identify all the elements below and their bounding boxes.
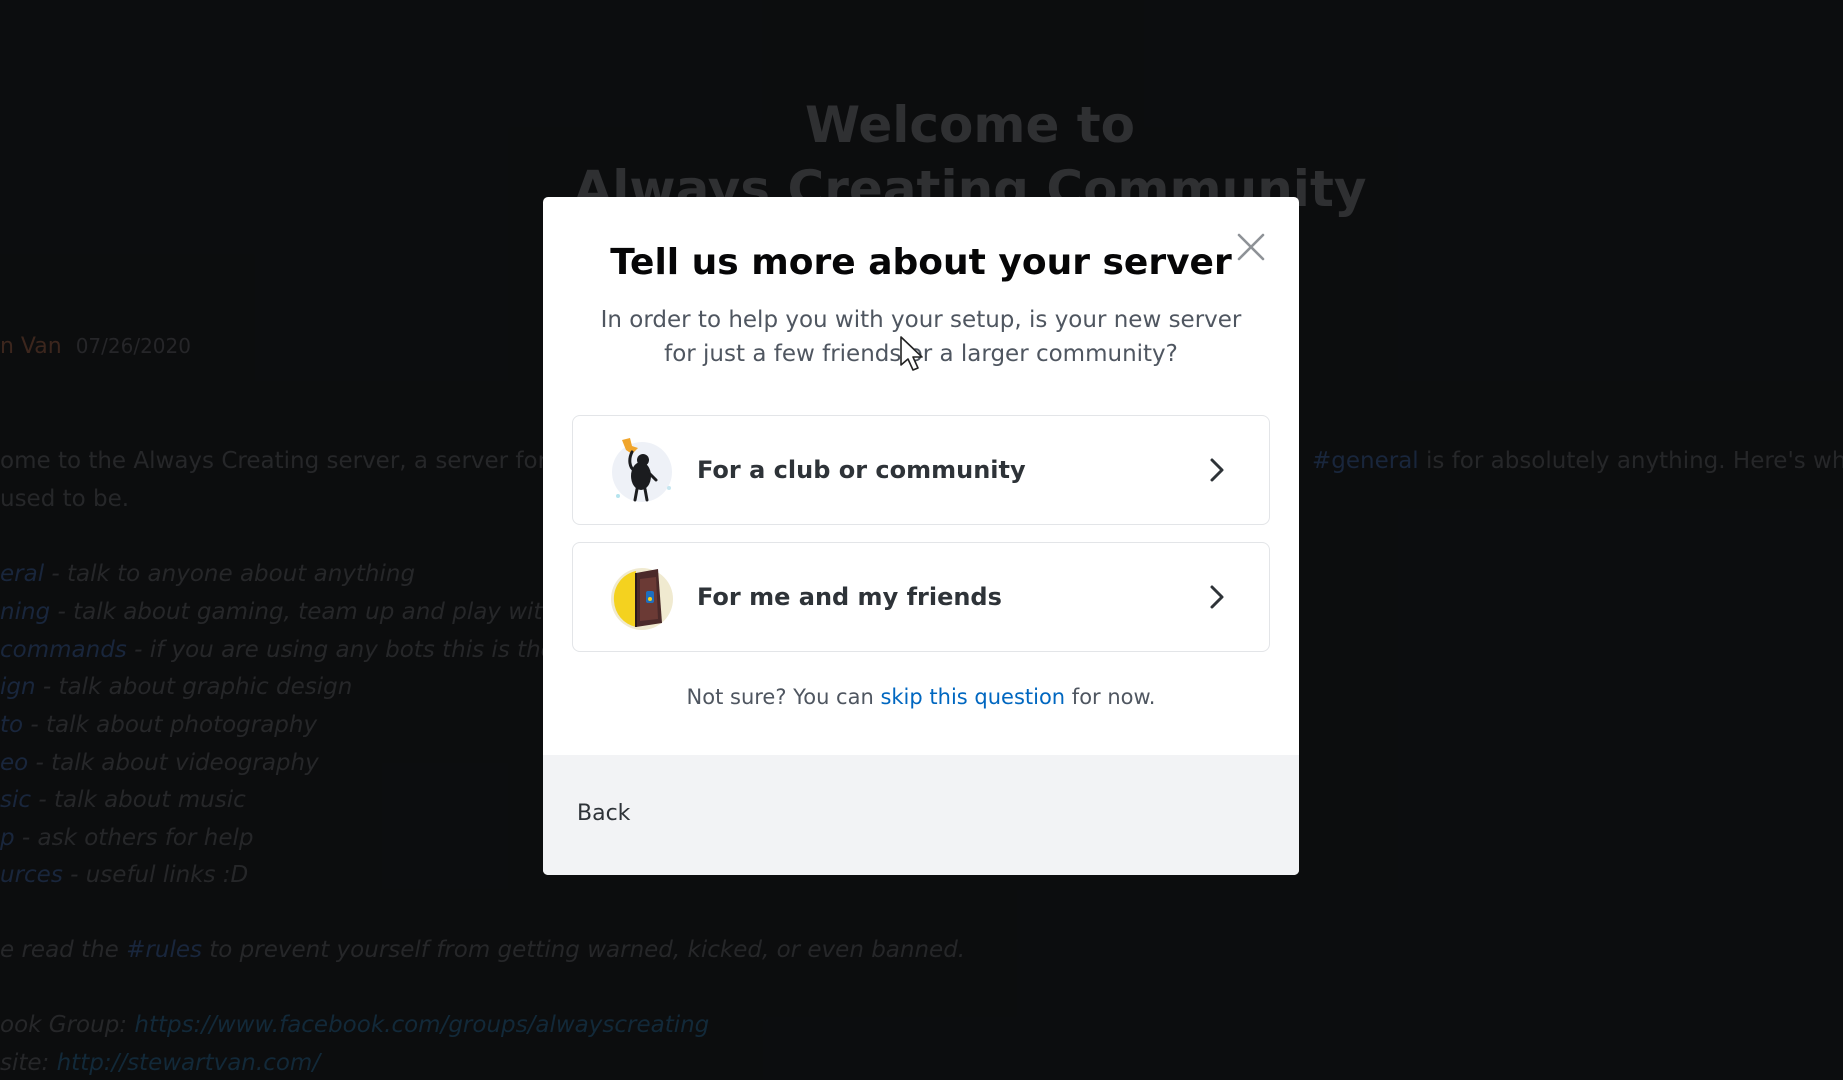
option-label: For a club or community xyxy=(697,456,1026,484)
server-purpose-modal: Tell us more about your server In order … xyxy=(543,197,1299,875)
club-community-option[interactable]: For a club or community xyxy=(572,415,1270,525)
friends-illustration-icon xyxy=(611,568,673,630)
mouse-cursor-icon xyxy=(900,336,923,371)
me-and-friends-option[interactable]: For me and my friends xyxy=(572,542,1270,652)
skip-hint: Not sure? You can skip this question for… xyxy=(686,685,1156,709)
back-button[interactable]: Back xyxy=(577,795,630,832)
option-label: For me and my friends xyxy=(697,583,1002,611)
skip-question-link[interactable]: skip this question xyxy=(880,685,1065,709)
chevron-right-icon xyxy=(1210,585,1224,609)
modal-footer: Back xyxy=(543,755,1299,875)
community-illustration-icon xyxy=(612,438,672,502)
modal-title: Tell us more about your server xyxy=(610,242,1232,283)
chevron-right-icon xyxy=(1210,458,1224,482)
